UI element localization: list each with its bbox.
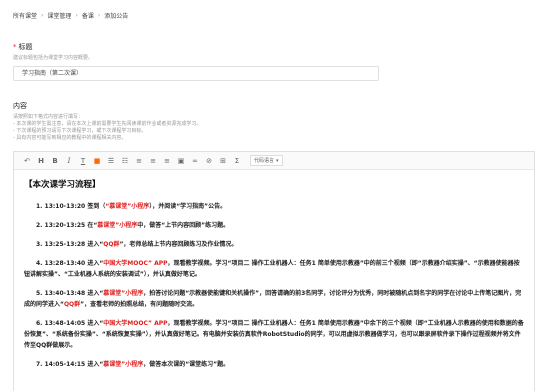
- rich-text-editor[interactable]: ↶ H B I T ■ ☰ ☷ ≡ ≡ ≡ ▣ ∞ ⊘ ⊞ Σ 代码语言 ▾ 【…: [13, 151, 535, 391]
- doc-highlight: 慕课堂”小程序: [103, 361, 144, 368]
- heading-icon[interactable]: H: [34, 155, 48, 167]
- content-hint-line: - 本次课的学生需注意，请在本次上课前需要学生先阅读课前作业或者资源完成学习。: [13, 121, 202, 127]
- doc-highlight: 慕课堂”小程序: [97, 222, 138, 229]
- breadcrumb: 所有课堂 › 课堂管理 › 备课 › 添加公告: [13, 11, 128, 20]
- link-icon[interactable]: ∞: [188, 155, 202, 167]
- doc-text: ），并阅读“学习指南”公告。: [149, 203, 227, 210]
- align-right-icon[interactable]: ≡: [160, 155, 174, 167]
- bold-icon[interactable]: B: [48, 155, 62, 167]
- doc-paragraph: 4. 13:28-13:40 进入“中国大学MOOC” APP，观看教学视频。学…: [24, 258, 524, 280]
- breadcrumb-separator: ›: [41, 12, 44, 19]
- align-left-icon[interactable]: ≡: [132, 155, 146, 167]
- doc-highlight: “慕课堂”小程序: [105, 203, 150, 210]
- title-hint: 建议标题包括为课堂学习内容概要。: [13, 55, 94, 61]
- italic-icon[interactable]: I: [62, 155, 76, 167]
- doc-text: 1. 13:10-13:20 签到（: [36, 203, 106, 210]
- table-icon[interactable]: ⊞: [216, 155, 230, 167]
- formula-icon[interactable]: Σ: [230, 155, 244, 167]
- doc-text: ，做答本次课的“课堂练习”题。: [143, 361, 230, 368]
- doc-paragraph: 1. 13:10-13:20 签到（“慕课堂”小程序），并阅读“学习指南”公告。: [24, 201, 524, 212]
- doc-text: 7. 14:05-14:15 进入“: [36, 361, 104, 368]
- doc-paragraph: 2. 13:20-13:25 在“慕课堂”小程序中，做答“上节内容回顾”练习题。: [24, 220, 524, 231]
- text-color-icon[interactable]: T: [76, 155, 90, 167]
- ordered-list-icon[interactable]: ☷: [118, 155, 132, 167]
- doc-paragraph: 5. 13:40-13:48 进入“慕课堂”小程序，拍答讨论问题“示教器使能键和…: [24, 288, 524, 310]
- breadcrumb-separator: ›: [97, 12, 101, 19]
- required-marker: *: [13, 43, 17, 51]
- doc-text: 3. 13:25-13:28 进入“: [36, 241, 104, 248]
- title-input[interactable]: 学习指南（第二次课）: [13, 66, 379, 81]
- doc-highlight: QQ群: [103, 241, 120, 248]
- content-hint-line: - 具有内容可能写到相应的教程中的课程相关内容。: [13, 135, 127, 141]
- doc-highlight: QQ群: [63, 301, 81, 308]
- align-center-icon[interactable]: ≡: [146, 155, 160, 167]
- content-label: 内容: [13, 102, 27, 110]
- image-icon[interactable]: ▣: [174, 155, 188, 167]
- breadcrumb-separator: ›: [75, 12, 78, 19]
- doc-heading: 【本次课学习流程】: [24, 180, 101, 190]
- doc-text: 5. 13:40-13:48 进入“: [36, 290, 104, 297]
- undo-icon[interactable]: ↶: [20, 155, 34, 167]
- doc-text: 中，做答“上节内容回顾”练习题。: [137, 222, 230, 229]
- breadcrumb-item-lesson-prep[interactable]: 备课: [82, 11, 94, 20]
- breadcrumb-item-add-notice: 添加公告: [104, 13, 129, 20]
- doc-text: 6. 13:48-14:05 进入“: [36, 320, 104, 327]
- doc-paragraph: 7. 14:05-14:15 进入“慕课堂”小程序，做答本次课的“课堂练习”题。: [24, 359, 524, 370]
- doc-paragraph: 6. 13:48-14:05 进入“中国大学MOOC” APP，观看教学视频。学…: [24, 318, 524, 351]
- chevron-down-icon: ▾: [276, 157, 279, 164]
- doc-text: 4. 13:28-13:40 进入“: [36, 260, 104, 267]
- doc-text: ”，老师总结上节内容回顾练习及作业情况。: [119, 241, 238, 248]
- editor-content[interactable]: 【本次课学习流程】 1. 13:10-13:20 签到（“慕课堂”小程序），并阅…: [14, 170, 534, 382]
- highlight-icon[interactable]: ■: [90, 155, 104, 167]
- content-hint-line: - 下次课程的预习请写下次课程学习，或下次课程学习目标。: [13, 128, 147, 134]
- content-hints: 请按照如下格式内容进行填写： - 本次课的学生需注意，请在本次上课前需要学生先阅…: [13, 114, 201, 142]
- code-language-select[interactable]: 代码语言 ▾: [250, 155, 283, 166]
- breadcrumb-item-class-management[interactable]: 课堂管理: [47, 11, 71, 20]
- doc-highlight: 中国大学MOOC” APP: [103, 320, 168, 327]
- doc-highlight: 慕课堂”小程序: [103, 290, 144, 297]
- doc-paragraph: 3. 13:25-13:28 进入“QQ群”，老师总结上节内容回顾练习及作业情况…: [24, 239, 524, 250]
- doc-text: ”，查看老师的拍照总结，有问题随时交流。: [80, 301, 199, 308]
- editor-toolbar: ↶ H B I T ■ ☰ ☷ ≡ ≡ ≡ ▣ ∞ ⊘ ⊞ Σ 代码语言 ▾: [14, 152, 534, 170]
- title-label: * 标题: [13, 42, 33, 52]
- attachment-icon[interactable]: ⊘: [202, 155, 216, 167]
- unordered-list-icon[interactable]: ☰: [104, 155, 118, 167]
- content-hint-line: 请按照如下格式内容进行填写：: [13, 114, 84, 120]
- breadcrumb-item-all-classes[interactable]: 所有课堂: [13, 11, 37, 20]
- doc-text: 2. 13:20-13:25 在“: [36, 222, 98, 229]
- code-language-select-value: 代码语言: [254, 158, 275, 164]
- doc-highlight: 中国大学MOOC” APP: [103, 260, 168, 267]
- title-label-text: 标题: [18, 43, 33, 51]
